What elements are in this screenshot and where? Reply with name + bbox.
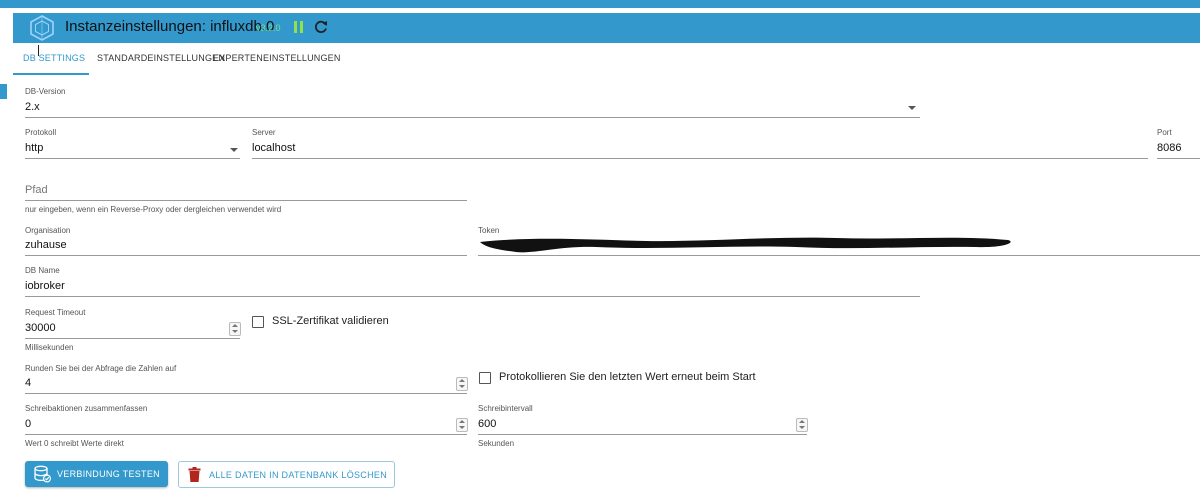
log-last-value-label[interactable]: Protokollieren Sie den letzten Wert erne…: [499, 371, 756, 383]
protocol-select[interactable]: http: [25, 142, 43, 154]
round-input[interactable]: 4: [25, 377, 31, 389]
db-version-underline: [25, 117, 920, 118]
tab-bar: DB SETTINGS STANDARDEINSTELLUNGEN EXPERT…: [13, 43, 1200, 75]
port-label: Port: [1157, 128, 1172, 137]
server-label: Server: [252, 128, 276, 137]
write-interval-underline: [478, 434, 807, 435]
write-interval-helper-text: Sekunden: [478, 439, 515, 448]
page-title: Instanzeinstellungen: influxdb.0: [65, 18, 275, 35]
chevron-down-icon[interactable]: [230, 148, 238, 152]
version-badge: v3.2.0: [256, 23, 281, 33]
trash-icon: [188, 467, 201, 482]
tab-db-settings[interactable]: DB SETTINGS: [23, 53, 85, 63]
ssl-validate-label[interactable]: SSL-Zertifikat validieren: [272, 315, 389, 327]
organisation-input[interactable]: zuhause: [25, 239, 67, 251]
delete-all-data-label: ALLE DATEN IN DATENBANK LÖSCHEN: [209, 470, 388, 480]
delete-all-data-button[interactable]: ALLE DATEN IN DATENBANK LÖSCHEN: [178, 461, 395, 488]
port-input[interactable]: 8086: [1157, 142, 1181, 154]
tab-standard-settings[interactable]: STANDARDEINSTELLUNGEN: [97, 53, 225, 63]
request-timeout-label: Request Timeout: [25, 308, 86, 317]
path-underline: [25, 200, 467, 201]
active-tab-indicator: [13, 73, 89, 75]
log-last-value-checkbox[interactable]: [479, 372, 491, 384]
port-underline: [1157, 158, 1200, 159]
organisation-label: Organisation: [25, 226, 71, 235]
db-name-label: DB Name: [25, 266, 60, 275]
influxdb-logo-icon: [30, 15, 54, 41]
batch-write-helper-text: Wert 0 schreibt Werte direkt: [25, 439, 124, 448]
write-interval-label: Schreibintervall: [478, 404, 533, 413]
request-timeout-underline: [25, 338, 240, 339]
protocol-underline: [25, 158, 240, 159]
request-timeout-input[interactable]: 30000: [25, 322, 56, 334]
protocol-label: Protokoll: [25, 128, 57, 137]
batch-write-label: Schreibaktionen zusammenfassen: [25, 404, 148, 413]
instance-header: Instanzeinstellungen: influxdb.0 v3.2.0: [13, 13, 1200, 56]
db-name-underline: [25, 296, 920, 297]
batch-write-stepper[interactable]: [456, 418, 468, 432]
server-input[interactable]: localhost: [252, 142, 295, 154]
batch-write-input[interactable]: 0: [25, 418, 31, 430]
tab-expert-settings[interactable]: EXPERTENEINSTELLUNGEN: [213, 53, 341, 63]
db-version-select[interactable]: 2.x: [25, 101, 40, 113]
path-helper-text: nur eingeben, wenn ein Reverse-Proxy ode…: [25, 205, 282, 214]
test-connection-button[interactable]: VERBINDUNG TESTEN: [25, 461, 168, 487]
database-icon: [34, 465, 51, 483]
ssl-validate-checkbox[interactable]: [252, 316, 264, 328]
db-version-label: DB-Version: [25, 87, 66, 96]
organisation-underline: [25, 255, 467, 256]
request-timeout-helper-text: Millisekunden: [25, 343, 74, 352]
write-interval-input[interactable]: 600: [478, 418, 496, 430]
batch-write-underline: [25, 434, 467, 435]
round-label: Runden Sie bei der Abfrage die Zahlen au…: [25, 364, 177, 373]
round-underline: [25, 393, 467, 394]
token-underline: [478, 255, 1200, 256]
write-interval-stepper[interactable]: [796, 418, 808, 432]
server-underline: [252, 158, 1148, 159]
round-stepper[interactable]: [456, 377, 468, 391]
side-accent: [0, 84, 7, 99]
path-input[interactable]: Pfad: [25, 184, 48, 196]
reload-icon[interactable]: [313, 19, 329, 35]
chevron-down-icon[interactable]: [908, 106, 916, 110]
request-timeout-stepper[interactable]: [229, 322, 241, 336]
test-connection-label: VERBINDUNG TESTEN: [57, 469, 160, 479]
db-name-input[interactable]: iobroker: [25, 280, 65, 292]
pause-icon[interactable]: [294, 21, 304, 33]
top-strip: [0, 0, 1200, 8]
